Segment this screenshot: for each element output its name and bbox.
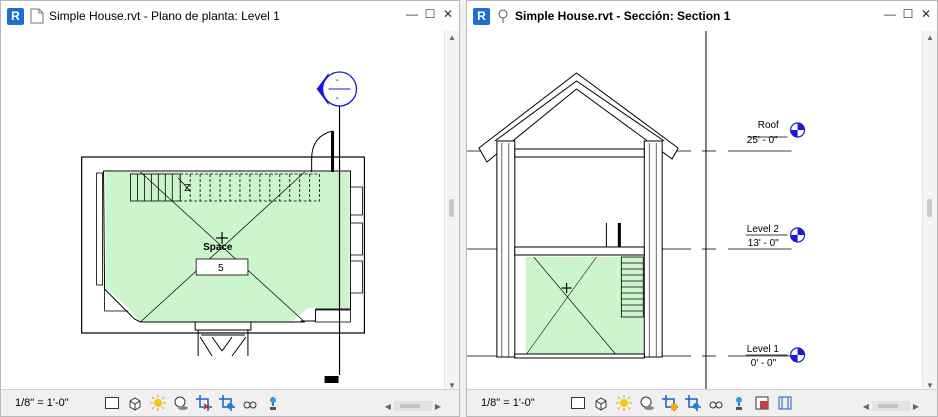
show-crop-region-icon[interactable] — [218, 394, 236, 412]
window[interactable] — [96, 172, 103, 286]
door[interactable] — [194, 321, 252, 357]
stair[interactable] — [620, 256, 644, 318]
floor-plan-window[interactable]: R Simple House.rvt - Plano de planta: Le… — [0, 0, 460, 417]
detail-level-icon[interactable] — [103, 394, 121, 412]
worksharing-icon[interactable] — [753, 394, 771, 412]
maximize-button[interactable]: ☐ — [901, 7, 915, 21]
scroll-up-icon[interactable]: ▲ — [926, 33, 934, 42]
scroll-left-icon[interactable]: ◀ — [863, 402, 869, 411]
window-title: Simple House.rvt - Sección: Section 1 — [515, 9, 731, 23]
crop-view-icon[interactable] — [661, 394, 679, 412]
scroll-right-icon[interactable]: ▶ — [913, 402, 919, 411]
close-button[interactable]: ✕ — [919, 7, 933, 21]
level-name-level-1: Level 1 — [747, 344, 780, 355]
section-window[interactable]: R Simple House.rvt - Sección: Section 1 … — [466, 0, 938, 417]
design-options-icon[interactable] — [776, 394, 794, 412]
railing — [605, 223, 621, 247]
view-scale[interactable]: 1/8" = 1'-0" — [15, 397, 103, 409]
view-control-bar: 1/8" = 1'-0" ◀ ▶ — [467, 389, 937, 416]
reveal-hidden-icon[interactable] — [264, 394, 282, 412]
floor-plan-canvas[interactable]: Z Space 5 - - — [1, 31, 459, 392]
section-head-bottom: - — [336, 93, 339, 104]
view-control-bar: 1/8" = 1'-0" ◀ ▶ — [1, 389, 459, 416]
revit-logo: R — [7, 7, 24, 25]
reveal-hidden-icon[interactable] — [730, 394, 748, 412]
visual-style-icon[interactable] — [126, 394, 144, 412]
sun-path-icon[interactable] — [149, 394, 167, 412]
window-title: Simple House.rvt - Plano de planta: Leve… — [49, 9, 280, 23]
title-bar[interactable]: R Simple House.rvt - Sección: Section 1 … — [467, 1, 937, 31]
scroll-thumb[interactable] — [927, 199, 932, 217]
level-name-level-2: Level 2 — [747, 224, 780, 235]
visual-style-icon[interactable] — [592, 394, 610, 412]
minimize-button[interactable]: — — [405, 7, 419, 21]
temporary-hide-icon[interactable] — [241, 394, 259, 412]
sun-path-icon[interactable] — [615, 394, 633, 412]
level-elevation-level-1: 0' - 0" — [751, 358, 777, 369]
show-crop-region-icon[interactable] — [684, 394, 702, 412]
level-elevation-roof: 25' - 0" — [747, 135, 778, 146]
level-elevation-level-2: 13' - 0" — [748, 238, 779, 249]
maximize-button[interactable]: ☐ — [423, 7, 437, 21]
section-head-top: - — [336, 75, 339, 86]
shadows-icon[interactable] — [172, 394, 190, 412]
scroll-left-icon[interactable]: ◀ — [385, 402, 391, 411]
section-canvas[interactable]: Roof 25' - 0" Level 2 13' - 0" Level 1 0… — [467, 31, 937, 392]
minimize-button[interactable]: — — [883, 7, 897, 21]
crop-view-icon[interactable] — [195, 394, 213, 412]
vertical-scrollbar[interactable]: ▲ ▼ — [444, 31, 459, 392]
stair-label: Z — [184, 183, 190, 194]
shadows-icon[interactable] — [638, 394, 656, 412]
scroll-up-icon[interactable]: ▲ — [448, 33, 456, 42]
section-view-icon — [498, 9, 508, 23]
revit-logo: R — [473, 7, 490, 25]
scroll-thumb[interactable] — [449, 199, 454, 217]
room-number: 5 — [218, 263, 224, 274]
vertical-scrollbar[interactable]: ▲ ▼ — [922, 31, 937, 392]
horizontal-scrollbar[interactable] — [871, 401, 910, 411]
window-group[interactable] — [350, 186, 363, 294]
level-name-roof: Roof — [758, 120, 779, 131]
document-icon — [30, 8, 44, 24]
room-name-tag[interactable]: Space — [203, 242, 233, 253]
scroll-right-icon[interactable]: ▶ — [435, 402, 441, 411]
close-button[interactable]: ✕ — [441, 7, 455, 21]
temporary-hide-icon[interactable] — [707, 394, 725, 412]
detail-level-icon[interactable] — [569, 394, 587, 412]
view-scale[interactable]: 1/8" = 1'-0" — [481, 397, 569, 409]
title-bar[interactable]: R Simple House.rvt - Plano de planta: Le… — [1, 1, 459, 31]
horizontal-scrollbar[interactable] — [393, 401, 432, 411]
